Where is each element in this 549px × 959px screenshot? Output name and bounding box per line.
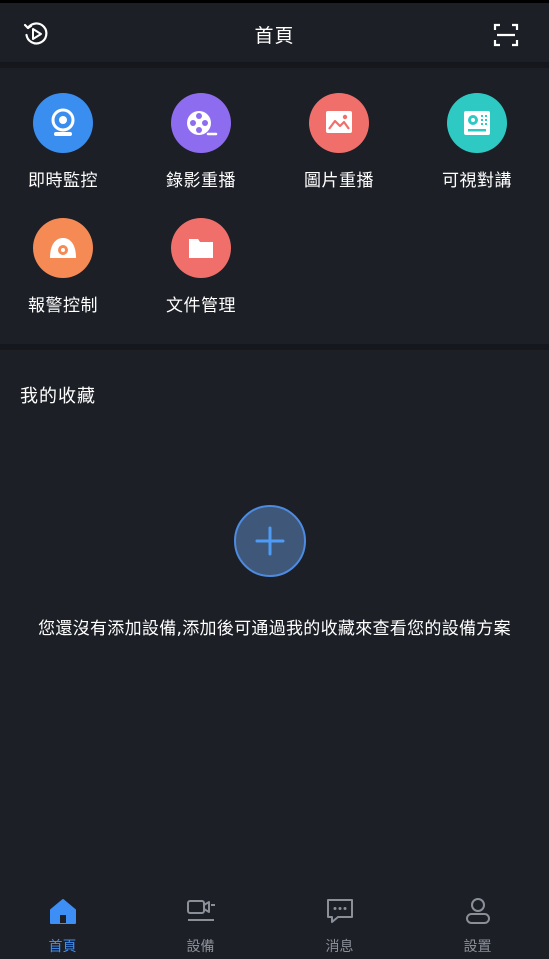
scan-icon[interactable]: [493, 22, 519, 48]
film-reel-icon: [171, 93, 231, 153]
section-divider: [0, 344, 549, 350]
top-bar: 首頁: [0, 0, 549, 62]
feature-label: 即時監控: [28, 171, 98, 191]
user-icon: [466, 898, 490, 924]
nav-label: 首頁: [48, 939, 77, 955]
nav-messages[interactable]: 消息: [271, 885, 408, 959]
plus-icon: [255, 526, 285, 556]
feature-grid: 即時監控 錄影重播 圖片重播 可視對講 報警控制 文件管理: [0, 68, 549, 344]
folder-icon: [171, 218, 231, 278]
nav-home[interactable]: 首頁: [0, 885, 131, 959]
feature-file-management[interactable]: 文件管理: [141, 218, 261, 316]
alarm-icon: [33, 218, 93, 278]
add-favorite-button[interactable]: [234, 505, 306, 577]
feature-image-playback[interactable]: 圖片重播: [279, 93, 399, 191]
nav-devices[interactable]: 設備: [132, 885, 269, 959]
camera-icon: [33, 93, 93, 153]
nav-settings[interactable]: 設置: [409, 885, 546, 959]
feature-alarm-control[interactable]: 報警控制: [3, 218, 123, 316]
page-title: 首頁: [254, 25, 295, 47]
feature-video-playback[interactable]: 錄影重播: [141, 93, 261, 191]
nav-label: 設置: [463, 939, 492, 955]
feature-label: 錄影重播: [166, 171, 236, 191]
feature-video-intercom[interactable]: 可視對講: [417, 93, 537, 191]
favorites-title: 我的收藏: [20, 386, 96, 407]
feature-label: 報警控制: [28, 296, 98, 316]
image-icon: [309, 93, 369, 153]
nav-label: 消息: [325, 939, 354, 955]
feature-label: 可視對講: [442, 171, 512, 191]
favorites-empty-message: 您還沒有添加設備,添加後可通過我的收藏來查看您的設備方案: [38, 619, 511, 639]
intercom-icon: [447, 93, 507, 153]
feature-label: 圖片重播: [304, 171, 374, 191]
feature-label: 文件管理: [166, 296, 236, 316]
home-icon: [50, 899, 76, 924]
nav-label: 設備: [186, 939, 215, 955]
feature-live-monitor[interactable]: 即時監控: [3, 93, 123, 191]
bottom-nav: 首頁 設備 消息 設置: [0, 885, 549, 959]
message-icon: [327, 899, 353, 923]
device-icon: [187, 900, 215, 921]
